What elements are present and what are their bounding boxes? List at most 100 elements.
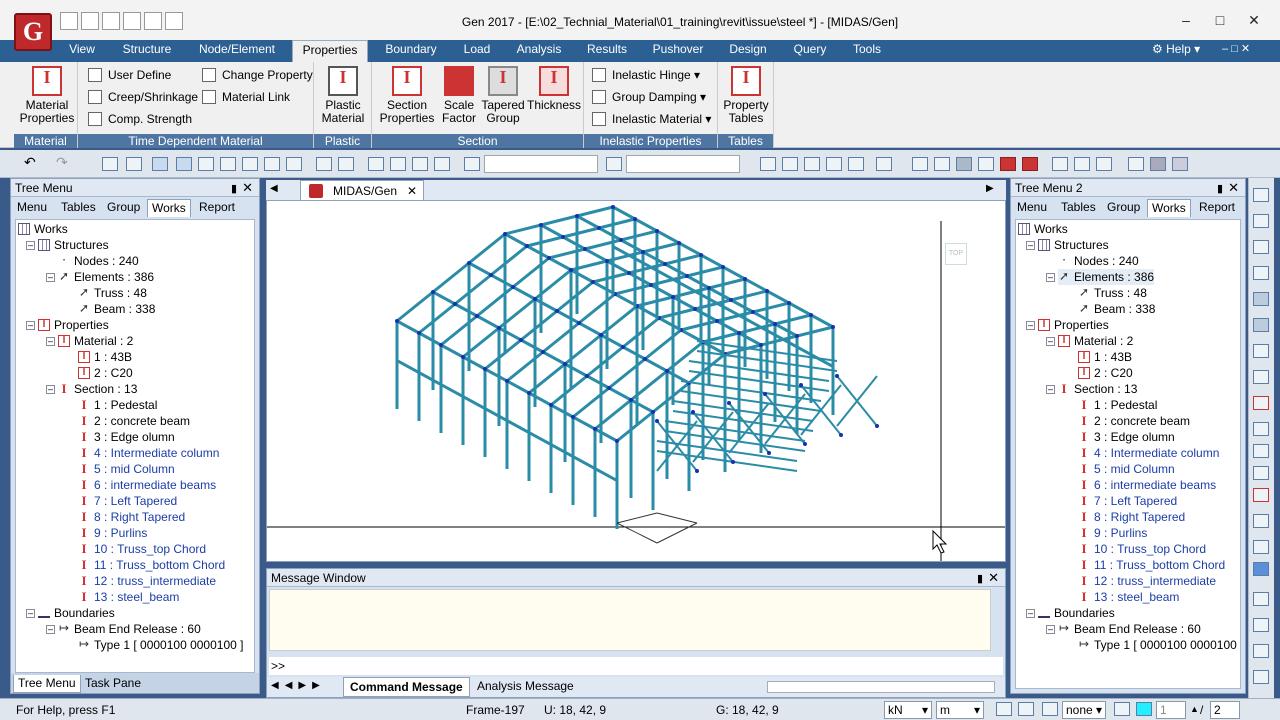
zoom-fit-side-icon[interactable] xyxy=(1253,396,1269,410)
tree-truss[interactable]: ➚ Truss : 48 xyxy=(1078,285,1147,301)
tab-tools[interactable]: Tools xyxy=(848,40,886,62)
tab-structure[interactable]: Structure xyxy=(116,40,178,62)
active-all-icon[interactable] xyxy=(412,157,428,171)
tab-task-pane[interactable]: Task Pane xyxy=(81,675,145,693)
unlock-icon[interactable] xyxy=(1172,157,1188,171)
collapse-icon[interactable]: – xyxy=(1046,385,1055,394)
redo-icon[interactable]: ↷ xyxy=(56,154,72,170)
copy-view-icon[interactable] xyxy=(1253,592,1269,606)
tree-material-item[interactable]: I 1 : 43B xyxy=(1078,349,1132,365)
tree-material[interactable]: – I Material : 2 xyxy=(1046,333,1133,349)
pan-hand-icon[interactable] xyxy=(1253,540,1269,554)
snap-element-icon[interactable] xyxy=(1253,318,1269,332)
play-icon[interactable] xyxy=(1042,702,1058,716)
user-define-button[interactable]: User Define xyxy=(88,66,171,84)
redraw-icon[interactable] xyxy=(876,157,892,171)
tab-boundary[interactable]: Boundary xyxy=(380,40,442,62)
node-number-icon[interactable] xyxy=(1052,157,1068,171)
material-properties-button[interactable]: Material Properties xyxy=(18,66,76,125)
message-close-icon[interactable]: ✕ xyxy=(988,569,999,587)
command-input[interactable]: >> xyxy=(269,657,1003,675)
active-identity-combo[interactable] xyxy=(626,155,740,173)
tree-section-item[interactable]: I 13 : steel_beam xyxy=(78,589,179,605)
tree-section-item[interactable]: I 12 : truss_intermediate xyxy=(1078,573,1216,589)
view-cube[interactable]: TOP xyxy=(923,221,989,287)
tree-section-item[interactable]: I 7 : Left Tapered xyxy=(78,493,177,509)
pin-icon[interactable]: ▮ xyxy=(231,180,237,198)
page-current[interactable]: 1 xyxy=(1156,701,1186,719)
tab-works[interactable]: Works xyxy=(1147,199,1191,217)
grid-icon[interactable] xyxy=(1253,188,1269,202)
tab-node-element[interactable]: Node/Element xyxy=(192,40,282,62)
zoom-window-icon[interactable] xyxy=(782,157,798,171)
tab-scroll-right-icon[interactable]: ▶ xyxy=(986,183,994,194)
boundary-display-icon[interactable] xyxy=(1096,157,1112,171)
material-link-button[interactable]: Material Link xyxy=(202,88,290,106)
document-close-icon[interactable]: ✕ xyxy=(407,181,417,201)
tree-works[interactable]: Works xyxy=(18,221,68,237)
model-view[interactable]: TOP xyxy=(266,200,1006,562)
collapse-icon[interactable]: – xyxy=(26,321,35,330)
collapse-icon[interactable]: – xyxy=(46,337,55,346)
ucs-status-icon[interactable] xyxy=(1018,702,1034,716)
tree-properties[interactable]: – I Properties xyxy=(26,317,109,333)
render-view-icon[interactable] xyxy=(1022,157,1038,171)
snap-status-icon[interactable] xyxy=(996,702,1012,716)
tab-group[interactable]: Group xyxy=(103,199,144,217)
message-tab-nav-icon[interactable]: ◀◀▶▶ xyxy=(271,680,326,691)
tree-section-item[interactable]: I 7 : Left Tapered xyxy=(1078,493,1177,509)
plastic-material-button[interactable]: Plastic Material xyxy=(316,66,370,125)
help-question-icon[interactable] xyxy=(1114,702,1130,716)
tab-menu[interactable]: Menu xyxy=(13,199,51,217)
tree-elements[interactable]: – ➚ Elements : 386 xyxy=(46,269,154,285)
collapse-icon[interactable]: – xyxy=(46,385,55,394)
select-intersect-icon[interactable] xyxy=(220,157,236,171)
tree-material-item[interactable]: I 1 : 43B xyxy=(78,349,132,365)
pan-icon[interactable] xyxy=(804,157,820,171)
tab-load[interactable]: Load xyxy=(456,40,498,62)
select-plane-icon[interactable] xyxy=(242,157,258,171)
tree-boundaries[interactable]: – Boundaries xyxy=(1026,605,1115,621)
identify-icon[interactable] xyxy=(606,157,622,171)
collapse-icon[interactable]: – xyxy=(46,273,55,282)
print-icon[interactable] xyxy=(144,12,162,30)
tree-release-type[interactable]: ↦ Type 1 [ 0000100 0000100 ] xyxy=(1078,637,1240,653)
tree-section[interactable]: – I Section : 13 xyxy=(1046,381,1137,397)
tree-boundaries[interactable]: – Boundaries xyxy=(26,605,115,621)
tab-pushover[interactable]: Pushover xyxy=(648,40,708,62)
zoom-fit-icon[interactable] xyxy=(760,157,776,171)
tree-material[interactable]: – I Material : 2 xyxy=(46,333,133,349)
snap-line-icon[interactable] xyxy=(1253,266,1269,280)
collapse-icon[interactable]: – xyxy=(1026,609,1035,618)
close-icon[interactable]: ✕ xyxy=(1242,12,1266,30)
tree-material-item[interactable]: I 2 : C20 xyxy=(1078,365,1133,381)
tree-section[interactable]: – I Section : 13 xyxy=(46,381,137,397)
tree-section-item[interactable]: I 11 : Truss_bottom Chord xyxy=(1078,557,1225,573)
change-property-button[interactable]: Change Property xyxy=(202,66,313,84)
select-node-icon[interactable] xyxy=(102,157,118,171)
tree-section-item[interactable]: I 12 : truss_intermediate xyxy=(78,573,216,589)
panel-close-icon[interactable]: ✕ xyxy=(1228,179,1239,197)
tab-tree-menu[interactable]: Tree Menu xyxy=(13,675,81,693)
unselect-icon[interactable] xyxy=(316,157,332,171)
color-status-icon[interactable] xyxy=(1136,702,1152,716)
tab-command-message[interactable]: Command Message xyxy=(343,677,470,697)
tree-section-item[interactable]: I 9 : Purlins xyxy=(78,525,147,541)
tab-analysis[interactable]: Analysis xyxy=(512,40,566,62)
tree-section-item[interactable]: I 8 : Right Tapered xyxy=(78,509,185,525)
select-filter-combo[interactable] xyxy=(484,155,598,173)
filter-select[interactable]: none ▾ xyxy=(1062,701,1106,719)
activate-icon[interactable] xyxy=(368,157,384,171)
collapse-icon[interactable]: – xyxy=(46,625,55,634)
select-element-icon[interactable] xyxy=(126,157,142,171)
tree-section-item[interactable]: I 2 : concrete beam xyxy=(78,413,190,429)
window-icon[interactable] xyxy=(1253,670,1269,684)
zoom-window-side-icon[interactable] xyxy=(1253,422,1269,436)
length-unit-select[interactable]: m ▾ xyxy=(936,701,984,719)
tree-structures[interactable]: – Structures xyxy=(1026,237,1109,253)
tab-analysis-message[interactable]: Analysis Message xyxy=(471,677,580,697)
force-unit-select[interactable]: kN ▾ xyxy=(884,701,932,719)
group-damping-button[interactable]: Group Damping ▾ xyxy=(592,88,706,106)
comp-strength-button[interactable]: Comp. Strength xyxy=(88,110,192,128)
collapse-icon[interactable]: – xyxy=(1046,273,1055,282)
